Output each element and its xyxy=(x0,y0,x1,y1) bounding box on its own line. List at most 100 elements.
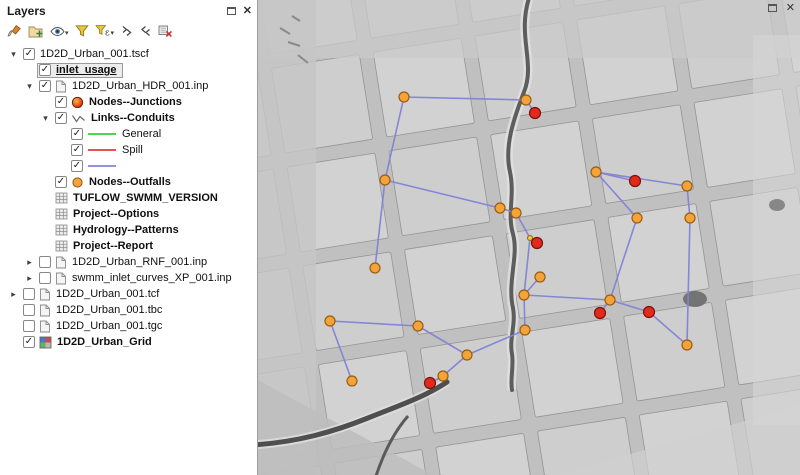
undock-panel-icon[interactable] xyxy=(227,7,236,15)
layer-visibility-checkbox[interactable]: ✓ xyxy=(23,48,35,60)
layer-row[interactable]: 1D2D_Urban_001.tbc xyxy=(0,302,257,318)
layer-visibility-checkbox[interactable]: ✓ xyxy=(39,80,51,92)
junction-node[interactable] xyxy=(520,325,530,335)
expand-branch-icon[interactable]: ▸ xyxy=(22,271,37,286)
junction-node[interactable] xyxy=(495,203,505,213)
junction-node[interactable] xyxy=(682,340,692,350)
layer-row[interactable]: ✓General xyxy=(0,126,257,142)
junction-node[interactable] xyxy=(370,263,380,273)
layer-row[interactable]: Project--Report xyxy=(0,238,257,254)
collapse-all-icon[interactable] xyxy=(138,23,153,39)
outfall-node[interactable] xyxy=(532,238,543,249)
layer-row[interactable]: ▸swmm_inlet_curves_XP_001.inp xyxy=(0,270,257,286)
layer-row[interactable]: 1D2D_Urban_001.tgc xyxy=(0,318,257,334)
junction-node[interactable] xyxy=(347,376,357,386)
junction-node[interactable] xyxy=(682,181,692,191)
layer-visibility-checkbox[interactable] xyxy=(23,288,35,300)
minor-node[interactable] xyxy=(528,236,533,241)
outfall-node[interactable] xyxy=(530,108,541,119)
layer-row[interactable]: ▾✓Links--Conduits xyxy=(0,110,257,126)
expand-branch-icon[interactable]: ▸ xyxy=(22,255,37,270)
add-group-icon[interactable] xyxy=(27,23,45,39)
layer-label: Nodes--Outfalls xyxy=(88,176,172,188)
collapse-branch-icon[interactable]: ▾ xyxy=(6,47,21,62)
layer-visibility-checkbox[interactable]: ✓ xyxy=(71,144,83,156)
layer-visibility-checkbox[interactable]: ✓ xyxy=(55,176,67,188)
close-panel-icon[interactable]: ✕ xyxy=(243,6,252,16)
outfall-node[interactable] xyxy=(425,378,436,389)
layer-visibility-checkbox[interactable] xyxy=(39,256,51,268)
layer-row[interactable]: ▾✓1D2D_Urban_HDR_001.inp xyxy=(0,78,257,94)
layer-visibility-checkbox[interactable]: ✓ xyxy=(55,112,67,124)
dropdown-arrow-icon: ▾ xyxy=(111,30,115,38)
layer-visibility-checkbox[interactable]: ✓ xyxy=(39,64,51,76)
layer-visibility-checkbox[interactable] xyxy=(23,304,35,316)
outfalls-icon xyxy=(71,176,84,189)
layer-visibility-checkbox[interactable]: ✓ xyxy=(71,128,83,140)
layer-label: TUFLOW_SWMM_VERSION xyxy=(72,192,219,204)
undock-icon[interactable] xyxy=(768,4,777,12)
layer-visibility-checkbox[interactable]: ✓ xyxy=(23,336,35,348)
svg-text:ε: ε xyxy=(105,29,110,39)
layer-row[interactable]: ▸1D2D_Urban_RNF_001.inp xyxy=(0,254,257,270)
file-icon xyxy=(39,288,51,301)
map-themes-icon[interactable]: ▾ xyxy=(49,24,70,39)
layer-label: Hydrology--Patterns xyxy=(72,224,180,236)
layer-row[interactable]: ✓ xyxy=(0,158,257,174)
layer-row-content: swmm_inlet_curves_XP_001.inp xyxy=(37,271,238,286)
junction-node[interactable] xyxy=(511,208,521,218)
dropdown-arrow-icon: ▾ xyxy=(65,30,69,38)
filter-expression-icon[interactable]: ε▾ xyxy=(94,23,116,39)
layer-styling-icon[interactable] xyxy=(6,23,23,40)
expand-branch-icon[interactable]: ▸ xyxy=(6,287,21,302)
outfall-node[interactable] xyxy=(644,307,655,318)
layer-visibility-checkbox[interactable]: ✓ xyxy=(55,96,67,108)
layer-row[interactable]: ✓inlet_usage xyxy=(0,62,257,78)
layer-row[interactable]: ✓Nodes--Junctions xyxy=(0,94,257,110)
junction-node[interactable] xyxy=(685,213,695,223)
layer-row-content: ✓ xyxy=(69,159,128,174)
file-icon xyxy=(55,256,67,269)
layers-panel-titlebar: Layers ✕ xyxy=(0,0,257,19)
layer-row[interactable]: TUFLOW_SWMM_VERSION xyxy=(0,190,257,206)
collapse-branch-icon[interactable]: ▾ xyxy=(22,79,37,94)
collapse-branch-icon[interactable]: ▾ xyxy=(38,111,53,126)
layer-row[interactable]: ▾✓1D2D_Urban_001.tscf xyxy=(0,46,257,62)
junction-node[interactable] xyxy=(535,272,545,282)
layer-row-content: ✓ Nodes--Outfalls xyxy=(53,175,177,190)
layer-row[interactable]: ✓ Nodes--Outfalls xyxy=(0,174,257,190)
junction-node[interactable] xyxy=(438,371,448,381)
layer-row-content: ✓Nodes--Junctions xyxy=(53,95,188,110)
expand-all-icon[interactable] xyxy=(119,23,134,39)
table-icon xyxy=(55,224,68,236)
layer-row[interactable]: ✓1D2D_Urban_Grid xyxy=(0,334,257,350)
layer-visibility-checkbox[interactable] xyxy=(39,272,51,284)
junction-node[interactable] xyxy=(380,175,390,185)
panel-title: Layers xyxy=(7,4,46,18)
junction-node[interactable] xyxy=(399,92,409,102)
file-icon xyxy=(39,304,51,317)
layer-row[interactable]: ▸1D2D_Urban_001.tcf xyxy=(0,286,257,302)
layer-row[interactable]: Hydrology--Patterns xyxy=(0,222,257,238)
layer-row[interactable]: ✓Spill xyxy=(0,142,257,158)
layer-row-content: 1D2D_Urban_001.tcf xyxy=(21,287,165,302)
layer-row-content: 1D2D_Urban_RNF_001.inp xyxy=(37,255,213,270)
junction-node[interactable] xyxy=(325,316,335,326)
junction-node[interactable] xyxy=(632,213,642,223)
filter-legend-icon[interactable] xyxy=(74,23,90,39)
layer-visibility-checkbox[interactable] xyxy=(23,320,35,332)
outfall-node[interactable] xyxy=(595,308,606,319)
junction-node[interactable] xyxy=(413,321,423,331)
layer-visibility-checkbox[interactable]: ✓ xyxy=(71,160,83,172)
map-canvas[interactable]: ✕ xyxy=(258,0,800,475)
junction-node[interactable] xyxy=(605,295,615,305)
remove-layer-icon[interactable] xyxy=(157,23,174,39)
junction-node[interactable] xyxy=(462,350,472,360)
outfall-node[interactable] xyxy=(630,176,641,187)
minor-nodes xyxy=(528,236,533,241)
junction-node[interactable] xyxy=(591,167,601,177)
layer-row[interactable]: Project--Options xyxy=(0,206,257,222)
close-icon[interactable]: ✕ xyxy=(786,3,795,13)
junction-node[interactable] xyxy=(519,290,529,300)
junction-node[interactable] xyxy=(521,95,531,105)
